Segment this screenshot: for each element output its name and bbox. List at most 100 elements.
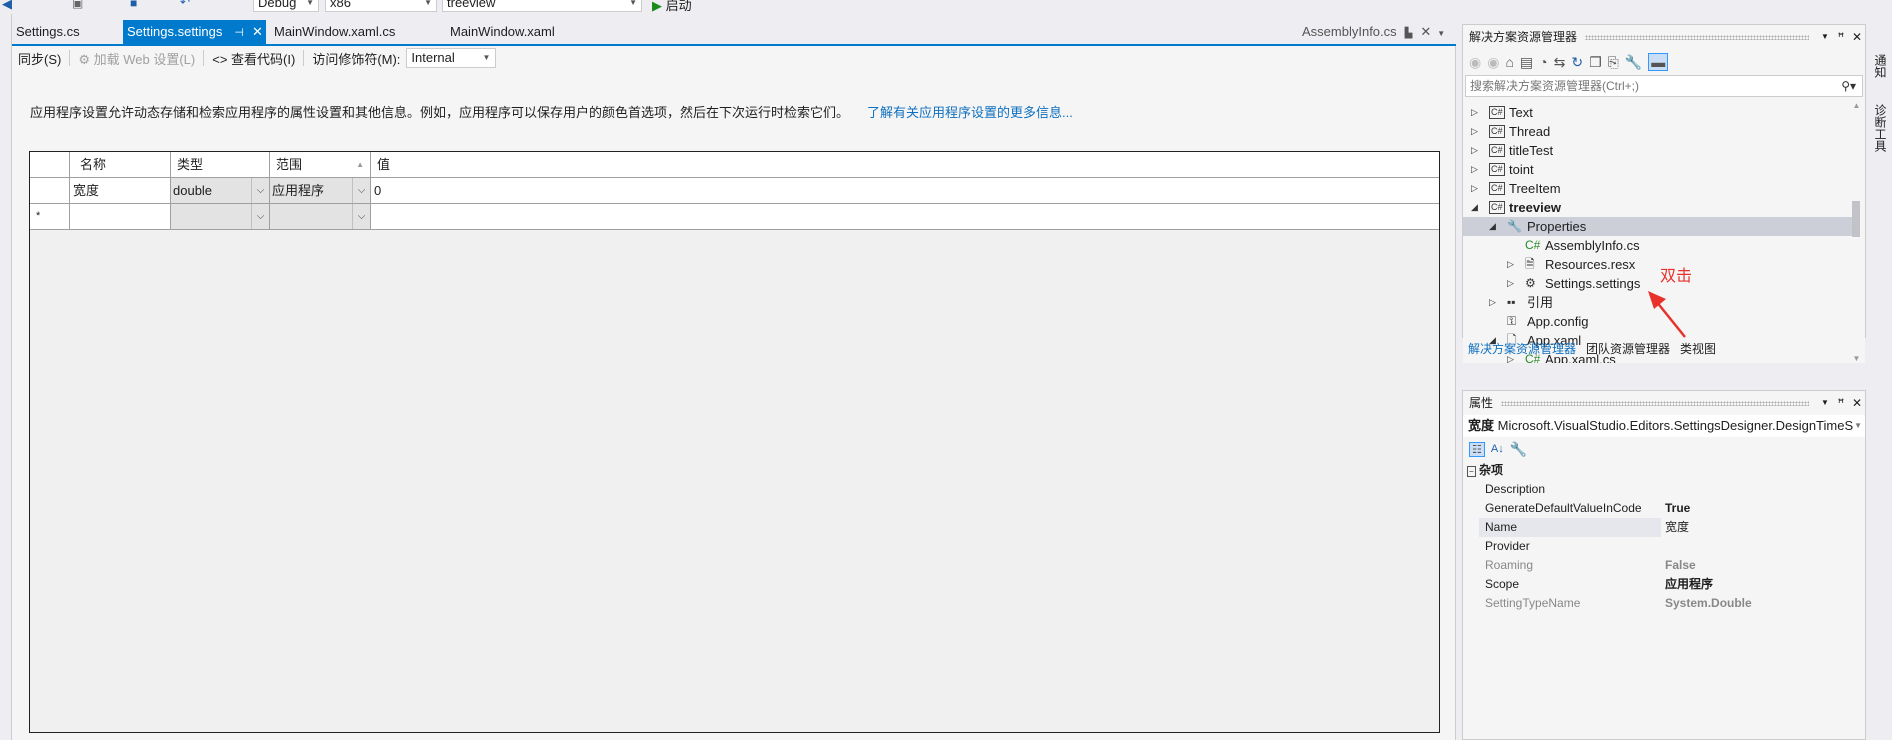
config-select[interactable]: Debug ▼ (253, 0, 319, 12)
tree-item[interactable]: ◢ C# treeview (1463, 198, 1853, 217)
type-combo[interactable]: ⌵ (171, 204, 270, 229)
property-row[interactable]: SettingTypeName System.Double (1463, 594, 1865, 613)
value-cell[interactable] (371, 204, 1439, 229)
tree-scrollbar[interactable]: ▲ ▼ (1848, 101, 1865, 363)
dropdown-icon[interactable]: ▼ (1817, 391, 1833, 415)
diagnostic-tools-tab[interactable]: 诊断工具 (1872, 104, 1889, 152)
learn-more-link[interactable]: 了解有关应用程序设置的更多信息... (867, 105, 1073, 120)
tree-item[interactable]: ▷ C# Thread (1463, 122, 1853, 141)
column-header-type[interactable]: 类型 (171, 152, 270, 177)
properties-wrench-icon[interactable]: 🔧 (1625, 54, 1642, 71)
scroll-down-icon[interactable]: ▼ (1848, 354, 1865, 363)
name-cell[interactable] (70, 204, 171, 229)
object-selector[interactable]: 宽度 Microsoft.VisualStudio.Editors.Settin… (1463, 415, 1865, 437)
save-icon[interactable]: ■ (130, 0, 137, 10)
chevron-down-icon[interactable]: ⌵ (352, 178, 370, 203)
tab-solution-explorer[interactable]: 解决方案资源管理器 (1463, 339, 1581, 359)
chevron-down-icon[interactable]: ⌵ (251, 178, 269, 203)
access-modifier-select[interactable]: Internal ▼ (406, 48, 497, 68)
property-value[interactable]: False (1661, 556, 1696, 575)
tab-mainwindow-xaml[interactable]: MainWindow.xaml (446, 20, 559, 44)
new-project-icon[interactable]: ▣ (72, 0, 83, 10)
tree-item[interactable]: ▷ C# toint (1463, 160, 1853, 179)
expanded-arrow-icon[interactable]: ◢ (1471, 198, 1478, 217)
pending-changes-icon[interactable]: ◔ (1539, 54, 1547, 70)
notifications-tab[interactable]: 通知 (1872, 54, 1889, 78)
scroll-up-icon[interactable]: ▲ (1848, 101, 1865, 110)
collapse-icon[interactable]: − (1467, 466, 1476, 477)
property-row[interactable]: Provider (1463, 537, 1865, 556)
collapsed-arrow-icon[interactable]: ▷ (1507, 255, 1514, 274)
tab-mainwindow-xaml-cs[interactable]: MainWindow.xaml.cs (270, 20, 399, 44)
grip[interactable] (1585, 34, 1809, 40)
column-header-name[interactable]: 名称 (70, 152, 171, 177)
collapsed-arrow-icon[interactable]: ▷ (1489, 293, 1496, 312)
tree-item[interactable]: ▷ C# Text (1463, 103, 1853, 122)
home-icon[interactable]: ⌂ (1505, 54, 1513, 70)
name-cell[interactable]: 宽度 (70, 178, 171, 203)
scope-combo[interactable]: ⌵ (270, 204, 371, 229)
search-icon[interactable]: ⚲▾ (1841, 76, 1856, 96)
close-icon[interactable]: ✕ (1420, 24, 1431, 39)
category-misc[interactable]: − 杂项 (1463, 461, 1865, 480)
property-value[interactable]: True (1661, 499, 1690, 518)
tree-item[interactable]: ▷ C# titleTest (1463, 141, 1853, 160)
grip[interactable] (1501, 400, 1809, 406)
scroll-thumb[interactable] (1852, 201, 1860, 237)
property-row[interactable]: Name 宽度 (1463, 518, 1865, 537)
tree-item[interactable]: ▷ 🗎 Resources.resx (1463, 255, 1853, 274)
collapsed-arrow-icon[interactable]: ▷ (1507, 274, 1514, 293)
property-row[interactable]: Scope 应用程序 (1463, 575, 1865, 594)
back-icon[interactable]: ◀ (2, 0, 12, 12)
property-row[interactable]: GenerateDefaultValueInCode True (1463, 499, 1865, 518)
keep-open-icon[interactable]: ▙ (1405, 28, 1413, 39)
row-header[interactable] (30, 178, 70, 203)
close-icon[interactable]: ✕ (1849, 391, 1865, 415)
property-value[interactable]: 宽度 (1661, 518, 1689, 537)
collapsed-arrow-icon[interactable]: ▷ (1471, 141, 1478, 160)
collapsed-arrow-icon[interactable]: ▷ (1471, 103, 1478, 122)
undo-icon[interactable]: ↶ (180, 0, 190, 9)
preview-selected-icon[interactable]: ▬ (1648, 53, 1669, 71)
chevron-down-icon[interactable]: ⌵ (352, 204, 370, 229)
value-cell[interactable]: 0 (371, 178, 1439, 203)
start-button[interactable]: ▶ 启动 (652, 0, 692, 13)
load-web-settings-button[interactable]: ⚙ 加载 Web 设置(L) (78, 49, 195, 68)
project-select[interactable]: treeview ▼ (442, 0, 642, 12)
collapsed-arrow-icon[interactable]: ▷ (1471, 160, 1478, 179)
close-icon[interactable]: ✕ (252, 24, 263, 39)
categorized-icon[interactable]: ☷ (1469, 441, 1485, 457)
show-all-files-icon[interactable]: ⎘ (1608, 54, 1619, 71)
close-icon[interactable]: ✕ (1849, 25, 1865, 49)
tab-settings-settings[interactable]: Settings.settings ⊣ ✕ (123, 20, 266, 44)
property-pages-icon[interactable]: 🔧 (1510, 441, 1527, 458)
tab-preview-assemblyinfo[interactable]: AssemblyInfo.cs ▙ ✕ ▼ (1298, 20, 1449, 44)
type-combo[interactable]: double ⌵ (171, 178, 270, 203)
tree-item[interactable]: ▷ C# TreeItem (1463, 179, 1853, 198)
back-icon[interactable]: ◉ (1469, 54, 1481, 71)
view-code-button[interactable]: <> 查看代码(I) (212, 49, 295, 68)
tree-item[interactable]: C# AssemblyInfo.cs (1463, 236, 1853, 255)
property-row[interactable]: Description (1463, 480, 1865, 499)
column-header-scope[interactable]: 范围 ▲ (270, 152, 371, 177)
pin-icon[interactable]: ⊣ (234, 27, 244, 39)
forward-icon[interactable]: ◉ (1487, 54, 1499, 71)
tree-item[interactable]: ◢ 🔧 Properties (1463, 217, 1853, 236)
collapse-all-icon[interactable]: ❐ (1589, 54, 1602, 71)
pin-icon[interactable]: ꟸ (1833, 391, 1849, 415)
sync-icon[interactable]: ⇆ (1554, 54, 1566, 71)
collapsed-arrow-icon[interactable]: ▷ (1471, 122, 1478, 141)
switch-view-icon[interactable]: ▤ (1520, 54, 1533, 71)
solution-search-input[interactable]: 搜索解决方案资源管理器(Ctrl+;) ⚲▾ (1465, 75, 1863, 97)
property-value[interactable]: 应用程序 (1661, 575, 1713, 594)
property-row[interactable]: Roaming False (1463, 556, 1865, 575)
chevron-down-icon[interactable]: ⌵ (251, 204, 269, 229)
collapsed-arrow-icon[interactable]: ▷ (1471, 179, 1478, 198)
column-header-value[interactable]: 值 (371, 152, 1439, 177)
alphabetical-icon[interactable]: A↓ (1491, 443, 1504, 455)
scope-combo[interactable]: 应用程序 ⌵ (270, 178, 371, 203)
sync-button[interactable]: 同步(S) (18, 49, 61, 68)
tab-list-dropdown-icon[interactable]: ▼ (1437, 29, 1445, 38)
expanded-arrow-icon[interactable]: ◢ (1489, 217, 1496, 236)
property-value[interactable]: System.Double (1661, 594, 1752, 613)
